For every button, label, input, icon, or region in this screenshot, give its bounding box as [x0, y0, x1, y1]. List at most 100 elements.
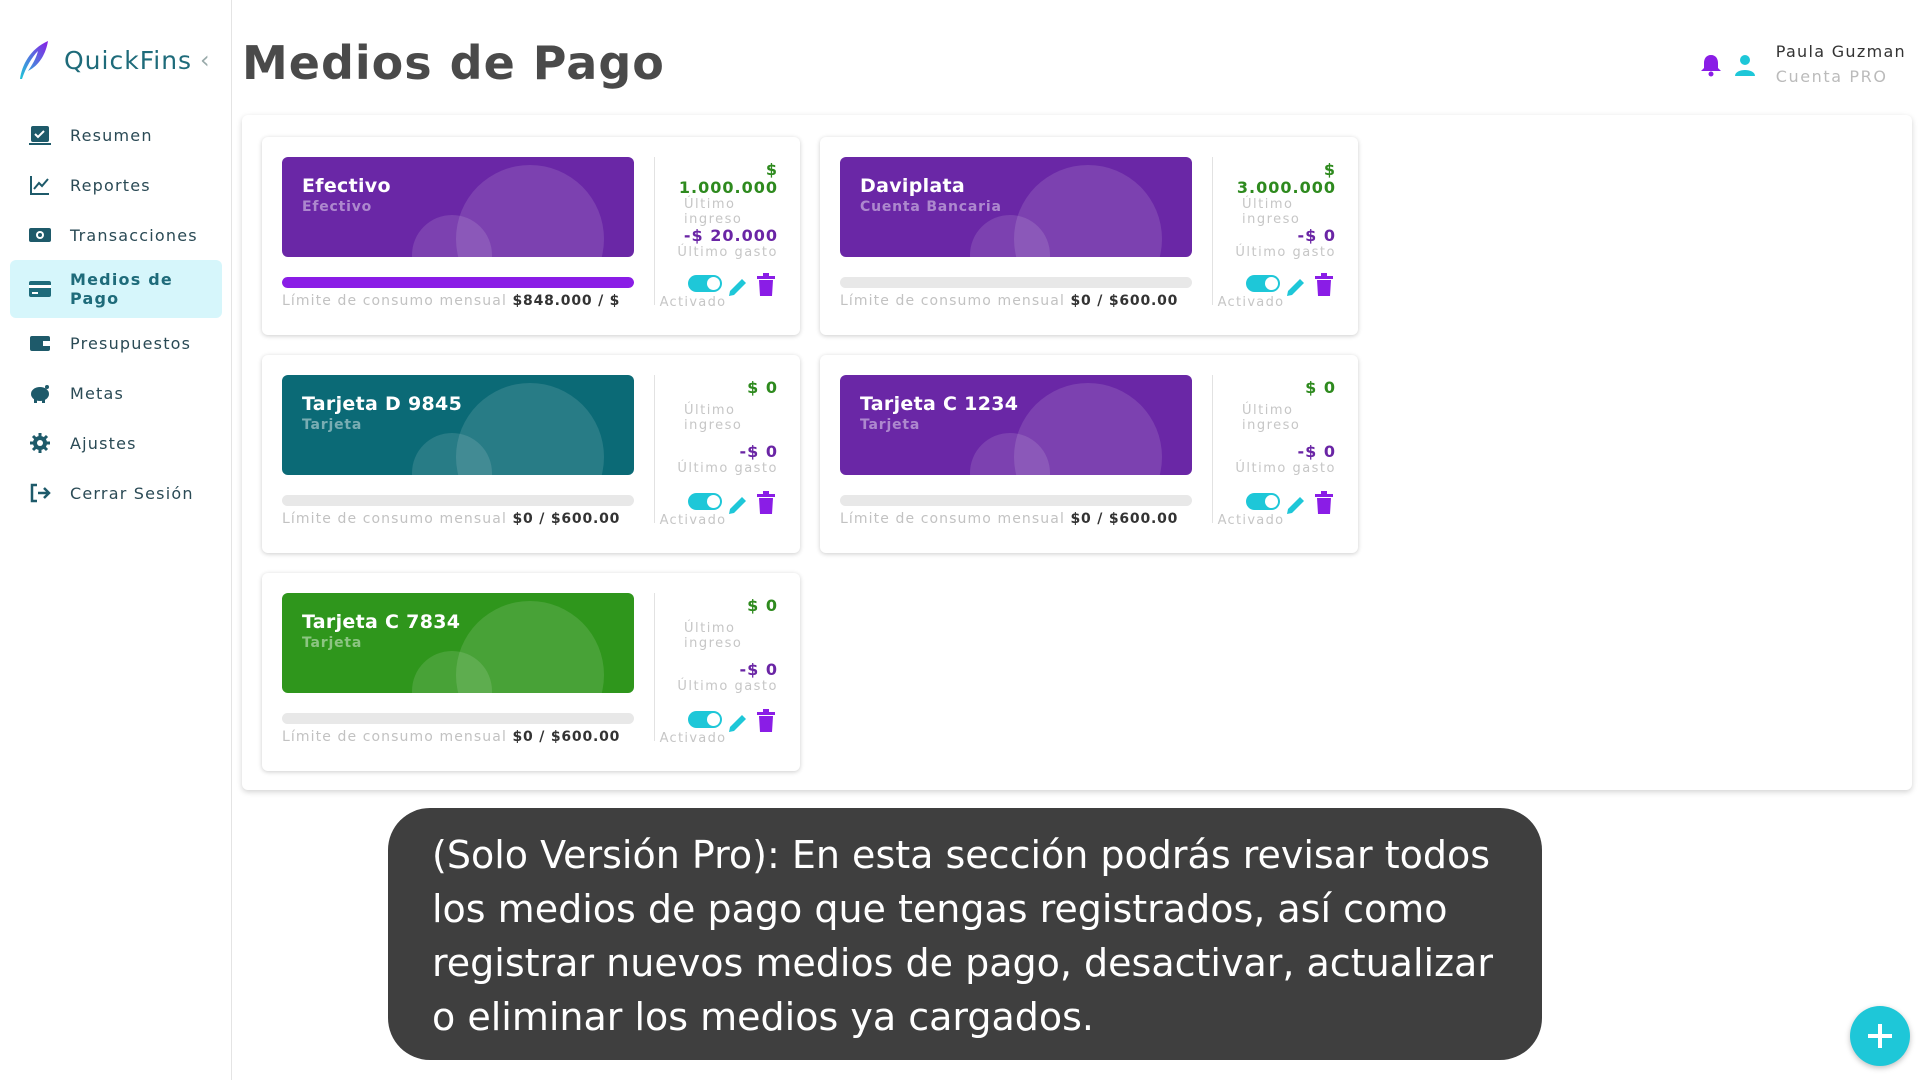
- trash-icon[interactable]: [756, 709, 776, 733]
- sidebar-item-label: Presupuestos: [70, 333, 192, 353]
- last-expense-value: -$ 0: [739, 660, 778, 679]
- money-icon: [28, 223, 52, 247]
- last-expense-value: -$ 0: [1297, 226, 1336, 245]
- bell-icon[interactable]: [1698, 52, 1724, 78]
- piggy-bank-icon: [28, 381, 52, 405]
- limit-value: $0 / $600.00: [1070, 293, 1179, 309]
- card-type: Cuenta Bancaria: [860, 199, 1002, 215]
- card-stats: $ 0 Último ingreso -$ 0 Último gasto: [668, 596, 778, 695]
- limit-label: Límite de consumo mensual: [840, 293, 1065, 309]
- user-name: Paula Guzman: [1775, 42, 1906, 61]
- last-expense-label: Último gasto: [1235, 245, 1336, 260]
- card-face: Efectivo Efectivo: [282, 157, 634, 257]
- limit-value: $848.000 / $: [512, 293, 621, 309]
- edit-icon[interactable]: [726, 275, 750, 299]
- limit-label: Límite de consumo mensual: [282, 511, 507, 527]
- card-controls: Activado: [658, 491, 782, 533]
- trash-icon[interactable]: [1314, 491, 1334, 515]
- sidebar-item-resumen[interactable]: Resumen: [10, 110, 222, 160]
- tutorial-bubble: (Solo Versión Pro): En esta sección podr…: [388, 808, 1542, 1060]
- sidebar-item-reportes[interactable]: Reportes: [10, 160, 222, 210]
- active-toggle[interactable]: [1246, 493, 1280, 510]
- last-income-label: Último ingreso: [684, 197, 743, 227]
- card-controls: Activado: [1216, 273, 1340, 315]
- card-name: Tarjeta D 9845: [302, 393, 463, 415]
- last-expense-label: Último gasto: [1235, 461, 1336, 476]
- limit-progress: [282, 277, 634, 288]
- edit-icon[interactable]: [726, 493, 750, 517]
- payment-card[interactable]: Tarjeta D 9845 Tarjeta Límite de consumo…: [262, 355, 800, 553]
- last-income-value: $ 0: [747, 378, 778, 397]
- status-label: Activado: [659, 513, 727, 528]
- card-face: Tarjeta C 7834 Tarjeta: [282, 593, 634, 693]
- sidebar-item-ajustes[interactable]: Ajustes: [10, 418, 222, 468]
- payment-methods-panel: Efectivo Efectivo Límite de consumo mens…: [242, 115, 1912, 790]
- last-income-value: $ 0: [1305, 378, 1336, 397]
- active-toggle[interactable]: [1246, 275, 1280, 292]
- divider: [654, 375, 655, 523]
- chart-line-icon: [28, 173, 52, 197]
- card-name: Tarjeta C 7834: [302, 611, 461, 633]
- plus-icon: [1868, 1024, 1892, 1048]
- logout-icon: [28, 481, 52, 505]
- card-name: Efectivo: [302, 175, 391, 197]
- card-name: Tarjeta C 1234: [860, 393, 1019, 415]
- limit-label: Límite de consumo mensual: [282, 293, 507, 309]
- active-toggle[interactable]: [688, 711, 722, 728]
- card-type: Tarjeta: [302, 417, 363, 433]
- limit-text: Límite de consumo mensual $848.000 / $: [282, 293, 634, 309]
- sidebar-item-presupuestos[interactable]: Presupuestos: [10, 318, 222, 368]
- brand-name: QuickFins: [64, 45, 193, 75]
- payment-card[interactable]: Daviplata Cuenta Bancaria Límite de cons…: [820, 137, 1358, 335]
- collapse-sidebar-button[interactable]: ‹: [200, 48, 210, 72]
- last-income-label: Último ingreso: [684, 621, 743, 651]
- card-type: Efectivo: [302, 199, 373, 215]
- card-stats: $ 3.000.000 Último ingreso -$ 0 Último g…: [1226, 161, 1336, 261]
- card-face: Daviplata Cuenta Bancaria: [840, 157, 1192, 257]
- card-type: Tarjeta: [860, 417, 921, 433]
- brand[interactable]: QuickFins: [16, 38, 192, 82]
- sidebar-item-label: Cerrar Sesión: [70, 483, 194, 503]
- sidebar-item-cerrar-sesion[interactable]: Cerrar Sesión: [10, 468, 222, 518]
- limit-text: Límite de consumo mensual $0 / $600.00: [840, 511, 1192, 527]
- card-name: Daviplata: [860, 175, 966, 197]
- limit-progress: [282, 713, 634, 724]
- payment-card[interactable]: Efectivo Efectivo Límite de consumo mens…: [262, 137, 800, 335]
- limit-value: $0 / $600.00: [512, 511, 621, 527]
- last-income-value: 1.000.000: [678, 178, 778, 197]
- user-icon[interactable]: [1732, 52, 1758, 78]
- card-face: Tarjeta D 9845 Tarjeta: [282, 375, 634, 475]
- edit-icon[interactable]: [1284, 493, 1308, 517]
- user-plan: Cuenta PRO: [1775, 67, 1888, 86]
- card-controls: Activado: [658, 273, 782, 315]
- last-income-label: Último ingreso: [1242, 197, 1301, 227]
- limit-text: Límite de consumo mensual $0 / $600.00: [282, 729, 634, 745]
- sidebar-item-metas[interactable]: Metas: [10, 368, 222, 418]
- trash-icon[interactable]: [756, 491, 776, 515]
- user-info[interactable]: Paula Guzman Cuenta PRO: [1776, 42, 1906, 86]
- add-payment-method-button[interactable]: [1850, 1006, 1910, 1066]
- edit-icon[interactable]: [1284, 275, 1308, 299]
- status-label: Activado: [659, 731, 727, 746]
- last-income-value: $ 0: [747, 596, 778, 615]
- active-toggle[interactable]: [688, 275, 722, 292]
- user-area: Paula Guzman Cuenta PRO: [1698, 42, 1906, 86]
- sidebar-item-label: Medios de Pago: [70, 270, 173, 308]
- trash-icon[interactable]: [756, 273, 776, 297]
- card-type: Tarjeta: [302, 635, 363, 651]
- payment-card[interactable]: Tarjeta C 7834 Tarjeta Límite de consumo…: [262, 573, 800, 771]
- last-income-label: Último ingreso: [684, 403, 743, 433]
- payment-card[interactable]: Tarjeta C 1234 Tarjeta Límite de consumo…: [820, 355, 1358, 553]
- status-label: Activado: [659, 295, 727, 310]
- wallet-icon: [28, 331, 52, 355]
- sidebar-item-transacciones[interactable]: Transacciones: [10, 210, 222, 260]
- edit-icon[interactable]: [726, 711, 750, 735]
- sidebar-item-medios-de-pago[interactable]: Medios de Pago: [10, 260, 222, 318]
- card-stats: $ 0 Último ingreso -$ 0 Último gasto: [1226, 378, 1336, 477]
- last-expense-value: -$ 20.000: [683, 226, 778, 245]
- limit-progress-fill: [282, 277, 634, 288]
- limit-label: Límite de consumo mensual: [840, 511, 1065, 527]
- feather-logo-icon: [20, 41, 48, 79]
- trash-icon[interactable]: [1314, 273, 1334, 297]
- active-toggle[interactable]: [688, 493, 722, 510]
